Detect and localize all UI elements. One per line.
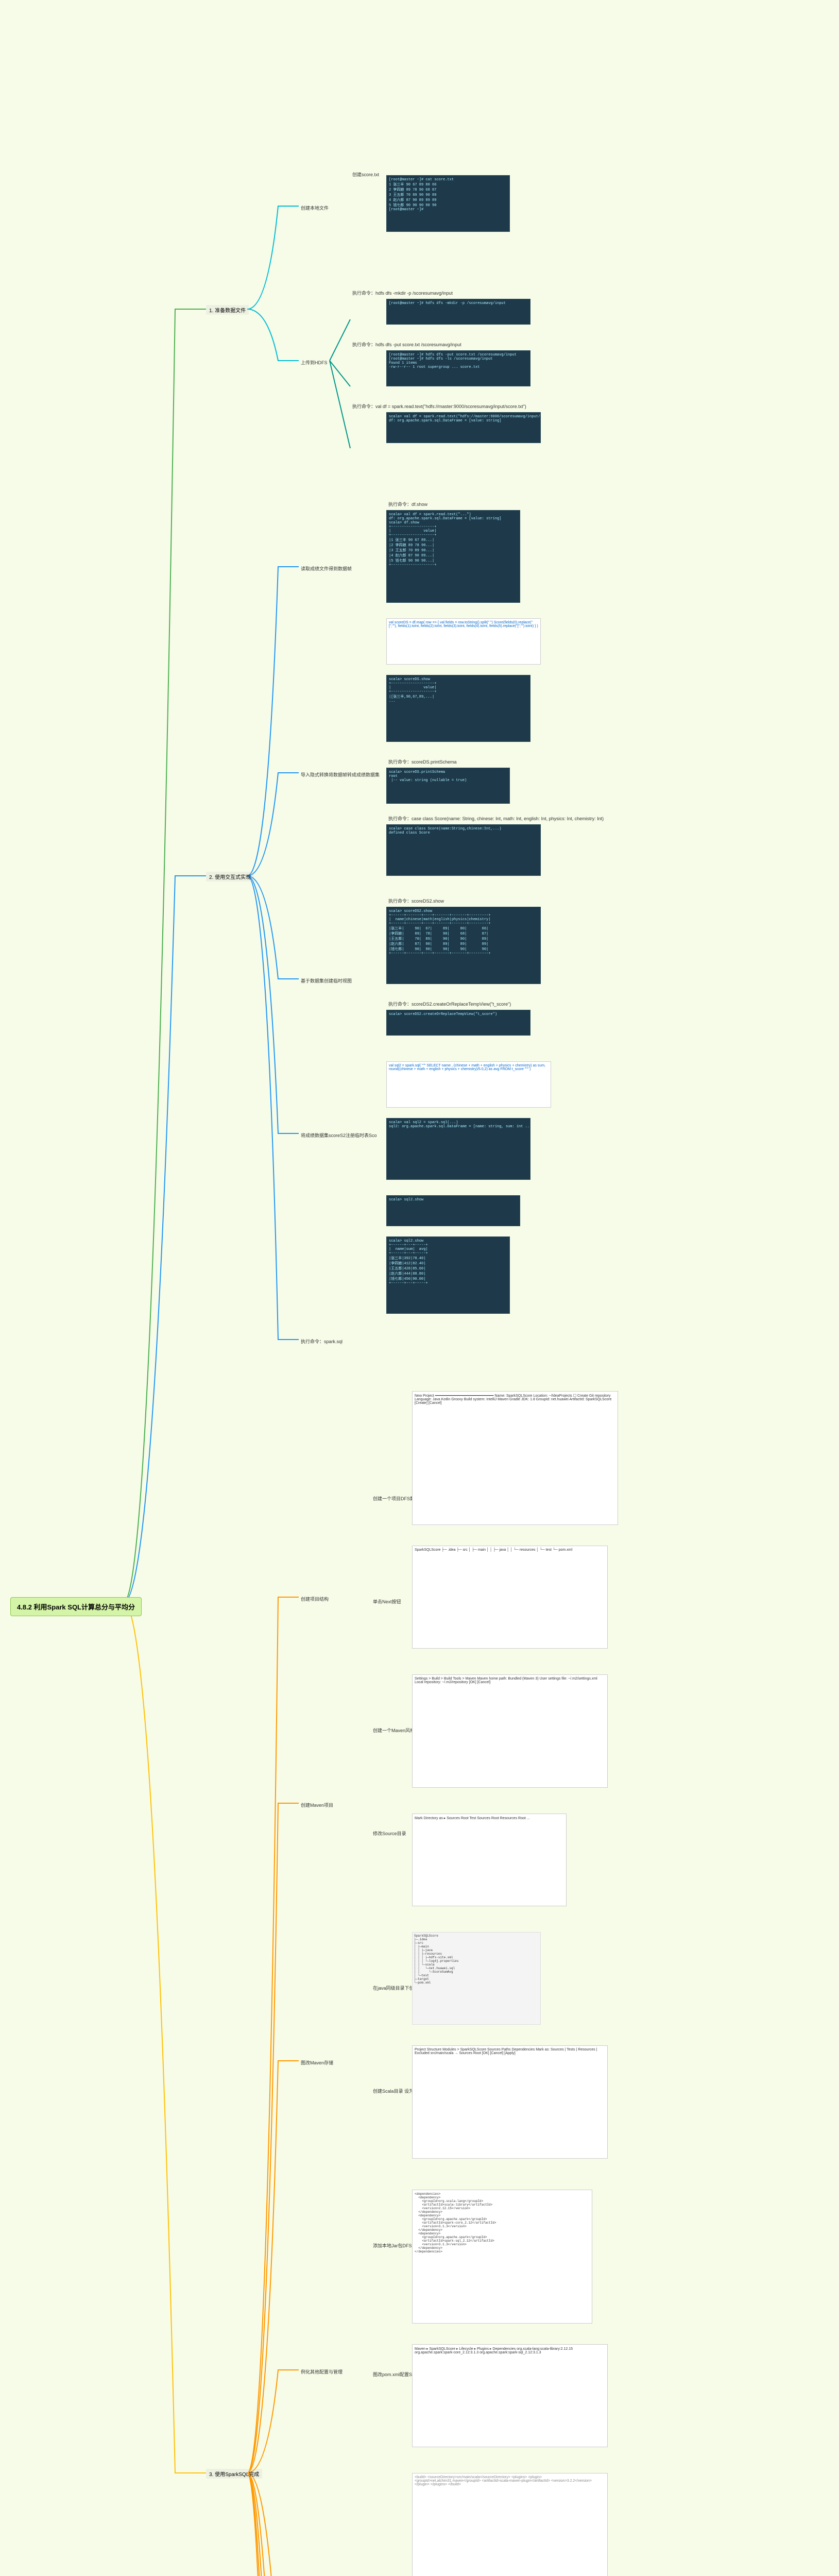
terminal-mkdir: [root@master ~]# hdfs dfs -mkdir -p /sco… [386,299,530,325]
node-maven-storage[interactable]: 图改Maven存储 [299,2058,335,2067]
node-register-temp[interactable]: 将成绩数据集scoreS2注册临时表Sco [299,1131,379,1140]
ide-project-structure: Project Structure Modules > SparkSQLScor… [412,2045,608,2159]
terminal-sql-exec: scala> val sql2 = spark.sql(...) sql2: o… [386,1118,530,1180]
node-cmd-put: 执行命令：hdfs dfs -put score.txt /scoresumav… [350,340,464,349]
root-node[interactable]: 4.8.2 利用Spark SQL计算总分与平均分 [10,1597,142,1616]
node-create-local[interactable]: 创建本地文件 [299,204,331,212]
node-cmd-readtext: 执行命令：val df = spark.read.text("hdfs://ma… [350,402,528,411]
node-create-score-txt: 创建score.txt [350,170,381,179]
ide-maven-settings: Settings > Build > Build Tools > Maven M… [412,1674,608,1788]
node-modify-source: 修改Source目录 [371,1829,408,1838]
node-printschema: 执行命令：scoreDS.printSchema [386,757,459,766]
ide-mark-source: Mark Directory as ▸ Sources Root Test So… [412,1814,567,1906]
file-tree-text: SparkSQLScore ├─.idea ├─src │ ├─main │ │… [414,1934,458,1985]
terminal-sql2: scala> sql2.show [386,1195,520,1226]
node-create-project[interactable]: 创建项目结构 [299,1595,331,1603]
node-upload-hdfs[interactable]: 上传到HDFS [299,358,330,367]
branch-1-label[interactable]: 1. 准备数据文件 [206,305,249,315]
terminal-case-class: scala> case class Score(name:String,chin… [386,824,541,876]
ide-project-created: SparkSQLScore ├─ .idea ├─ src │ ├─ main … [412,1546,608,1649]
terminal-map-result: scala> scoreDS.show +-------------------… [386,675,530,742]
code-map-transform: val scoreDS = df.map( row => { val field… [386,618,541,665]
node-set-source[interactable]: 创建Maven项目 [299,1801,335,1809]
node-dfshow-cmd: 执行命令：df.show [386,500,430,509]
node-click-next: 单击Next按钮 [371,1597,403,1606]
terminal-final-result: scala> sql2.show +------+---+-----+ | na… [386,1236,510,1314]
terminal-readtext: scala> val df = spark.read.text("hdfs://… [386,412,541,443]
node-createview-cmd: 执行命令：scoreDS2.createOrReplaceTempView("t… [386,999,513,1008]
node-create-tempview[interactable]: 基于数据集创建临时视图 [299,976,354,985]
code-sql-query: val sql2 = spark.sql( """ SELECT name , … [386,1061,551,1108]
ide-new-project: New Project ━━━━━━━━━━━━━━━━━━━━━━━━━━━ … [412,1391,618,1525]
terminal-score-txt: [root@master ~]# cat score.txt 1 张三丰 90 … [386,175,510,232]
terminal-scoreds2: scala> scoreDS2.show +------+-------+---… [386,907,541,984]
ide-pom-xml: <dependencies> <dependency> <groupId>org… [412,2190,592,2324]
node-scoreds2-show: 执行命令：scoreDS2.show [386,896,446,905]
terminal-printschema: scala> scoreDS.printSchema root |-- valu… [386,768,510,804]
terminal-createview: scala> scoreDS2.createOrReplaceTempView(… [386,1010,530,1036]
terminal-put: [root@master ~]# hdfs dfs -put score.txt… [386,350,530,386]
node-cmd-mkdir: 执行命令：hdfs dfs -mkdir -p /scoresumavg/inp… [350,289,455,297]
node-run-sql[interactable]: 执行命令：spark.sql [299,1337,345,1346]
branch-3-label[interactable]: 3. 使用SparkSQL完成 [206,2469,262,2479]
node-case-class-cmd: 执行命令：case class Score(name: String, chin… [386,814,606,823]
terminal-dfshow: scala> val df = spark.read.text("...") d… [386,510,520,603]
ide-file-tree-1: SparkSQLScore ├─.idea ├─src │ ├─main │ │… [412,1932,541,2025]
ide-scala-setup: <build> <sourceDirectory>src/main/scala<… [412,2473,608,2576]
ide-maven-reload: Maven ▸ SparkSQLScore ▸ Lifecycle ▸ Plug… [412,2344,608,2447]
node-pom-config[interactable]: 例化其他配置与管理 [299,2367,345,2376]
pom-content: <dependencies> <dependency> <groupId>org… [415,2192,496,2253]
branch-2-label[interactable]: 2. 使用交互式实现 [206,872,254,882]
node-read-file-df[interactable]: 读取成绩文件得到数据帧 [299,564,354,573]
node-define-case-class[interactable]: 导入隐式转换将数据帧转成成绩数据集 [299,770,382,779]
